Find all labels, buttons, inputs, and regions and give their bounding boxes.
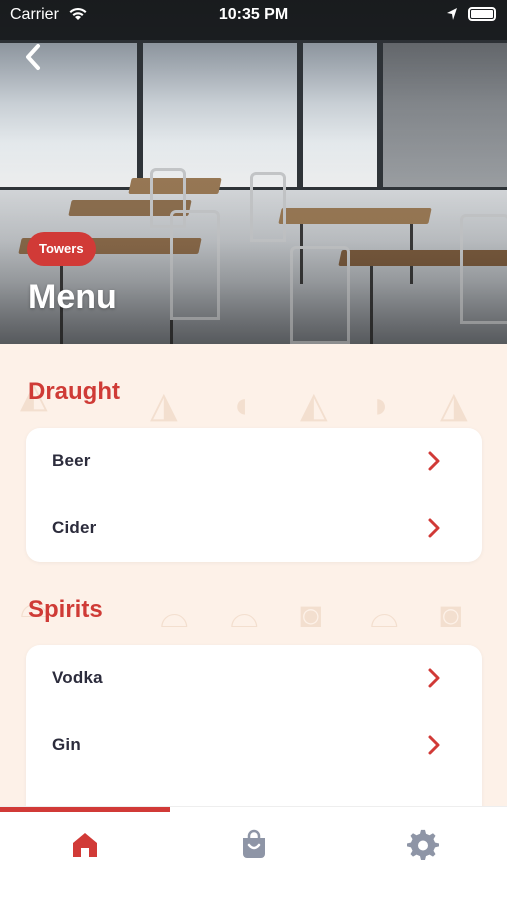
chevron-right-icon [428, 451, 440, 471]
menu-item-label: Cider [52, 518, 97, 537]
menu-item-beer[interactable]: Beer [26, 428, 482, 495]
beer-pattern-icon: ◙ [440, 594, 462, 635]
location-arrow-icon [446, 7, 458, 26]
section-title-draught: Draught [28, 378, 120, 405]
chevron-right-icon [428, 735, 440, 755]
tab-bar [0, 806, 507, 900]
battery-icon [468, 7, 496, 21]
spirits-card: Vodka Gin [26, 645, 482, 806]
active-tab-indicator [0, 807, 170, 812]
back-button[interactable] [18, 40, 50, 76]
menu-item-gin[interactable]: Gin [26, 712, 482, 779]
menu-content[interactable]: ◭ ◮ ◖ ◭ ◗ ◮ ⌓ ⌓ ⌓ ◙ ⌓ ◙ Draught Beer Cid… [0, 344, 507, 806]
tab-basket[interactable] [238, 829, 270, 861]
section-title-spirits: Spirits [28, 596, 103, 623]
draught-card: Beer Cider [26, 428, 482, 562]
beer-pattern-icon: ◙ [300, 594, 322, 635]
chevron-right-icon [428, 518, 440, 538]
tab-home[interactable] [69, 829, 101, 861]
pizza-pattern-icon: ◮ [440, 384, 468, 425]
tab-settings[interactable] [407, 829, 439, 861]
burger-pattern-icon: ⌓ [230, 594, 259, 635]
menu-item-cider[interactable]: Cider [26, 495, 482, 562]
watermelon-pattern-icon: ◗ [370, 384, 392, 425]
watermelon-pattern-icon: ◖ [230, 384, 252, 425]
chevron-left-icon [26, 44, 40, 70]
burger-pattern-icon: ⌓ [370, 594, 399, 635]
menu-item-label: Beer [52, 451, 91, 470]
menu-item-label: Vodka [52, 668, 103, 687]
home-icon [73, 833, 97, 857]
pizza-pattern-icon: ◮ [150, 384, 178, 425]
page-title: Menu [28, 278, 117, 316]
chevron-right-icon [428, 668, 440, 688]
menu-item-vodka[interactable]: Vodka [26, 645, 482, 712]
pizza-pattern-icon: ◭ [300, 384, 328, 425]
venue-tag: Towers [27, 232, 96, 266]
menu-item-label: Gin [52, 735, 81, 754]
settings-gear-icon [407, 829, 439, 860]
clock-time: 10:35 PM [218, 6, 289, 23]
burger-pattern-icon: ⌓ [160, 594, 189, 635]
basket-icon [243, 829, 265, 858]
status-bar: Carrier 10:35 PM [0, 0, 507, 30]
